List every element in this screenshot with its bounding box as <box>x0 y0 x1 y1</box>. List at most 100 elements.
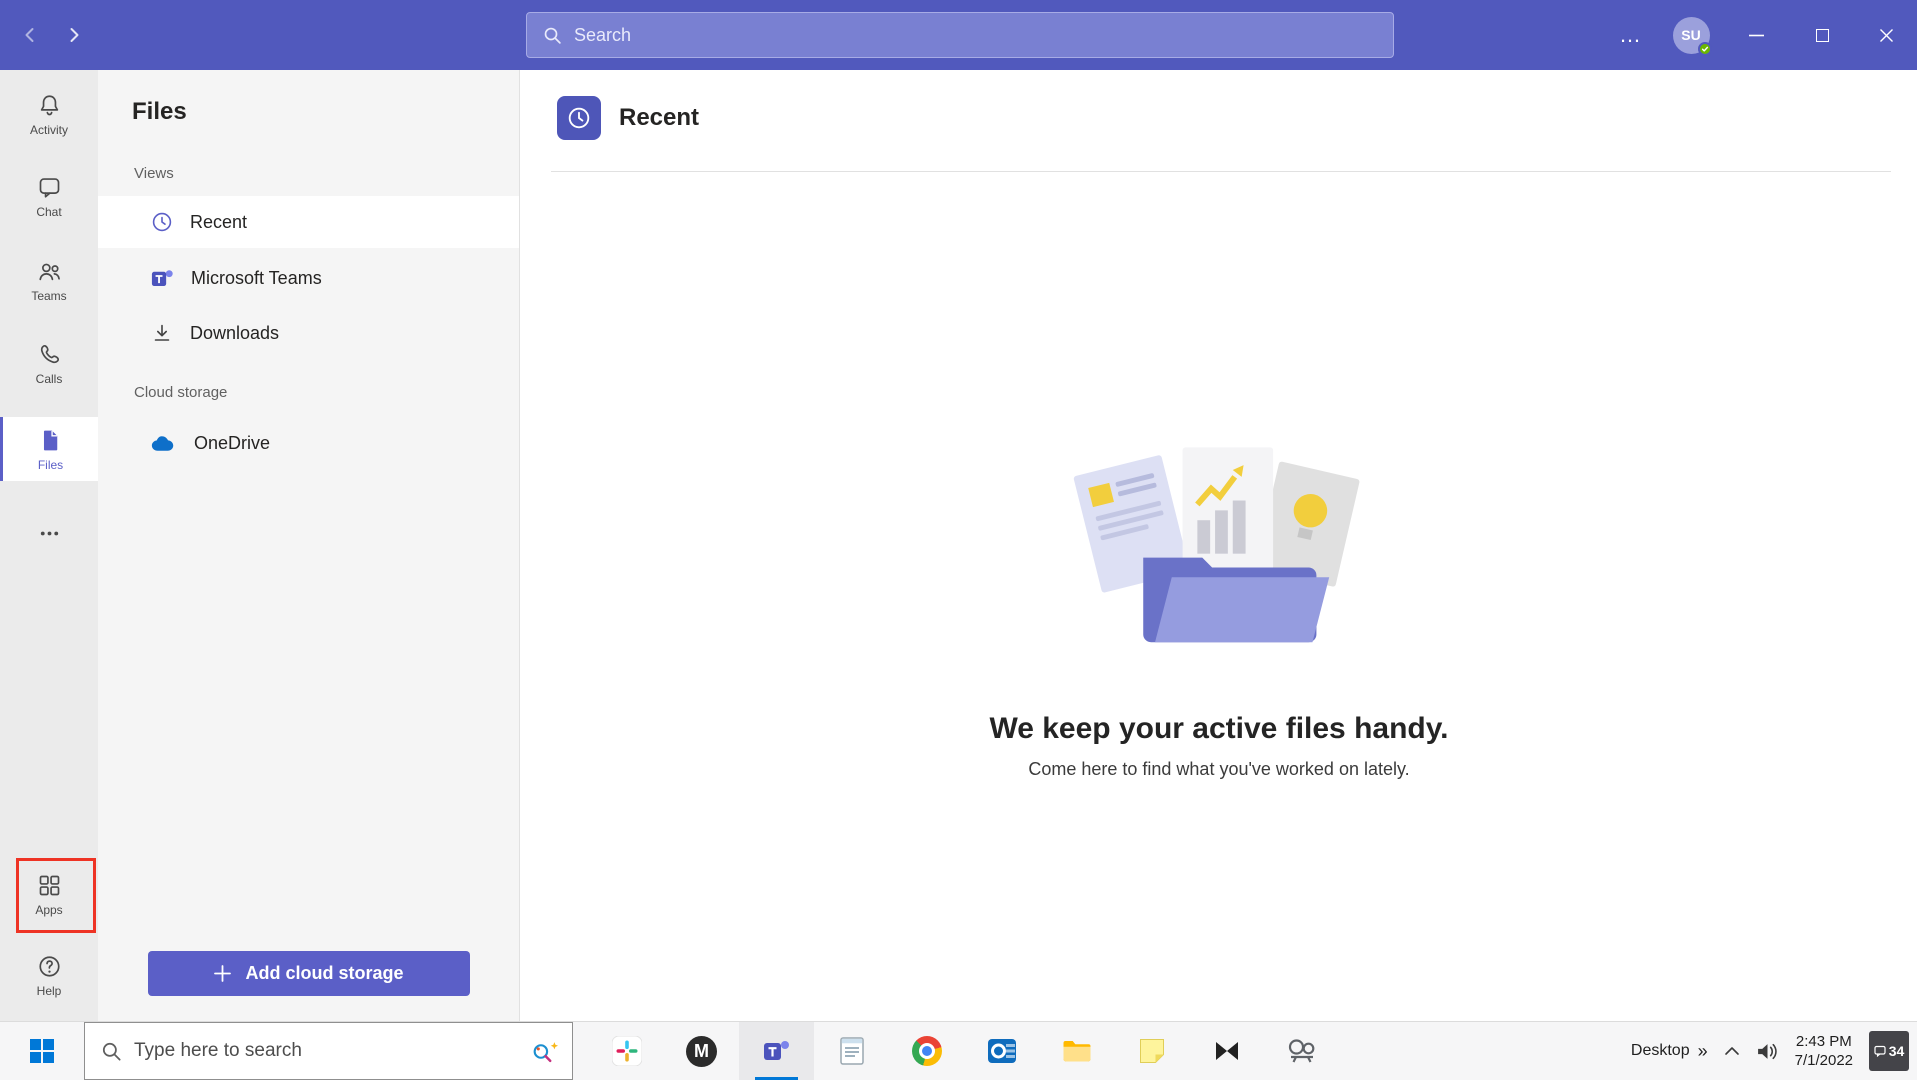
onedrive-cloud-icon <box>150 434 178 453</box>
more-apps-button[interactable] <box>0 517 98 549</box>
empty-state-illustration <box>1054 410 1384 656</box>
close-button[interactable] <box>1855 0 1917 70</box>
panel-item-onedrive[interactable]: OneDrive <box>98 417 519 469</box>
m-app-icon: M <box>686 1036 717 1067</box>
action-center-button[interactable]: 34 <box>1869 1031 1909 1071</box>
rail-item-files[interactable]: Files <box>0 417 98 481</box>
content-header: Recent <box>557 96 699 140</box>
outlook-icon <box>987 1036 1017 1066</box>
views-section-label: Views <box>134 165 174 182</box>
help-question-icon <box>36 953 63 980</box>
rail-item-help[interactable]: Help <box>0 943 98 1007</box>
tutorial-highlight-box <box>16 858 96 933</box>
rail-label: Activity <box>30 123 68 137</box>
maximize-button[interactable] <box>1789 0 1855 70</box>
search-input[interactable] <box>574 25 1377 46</box>
empty-state: We keep your active files handy. Come he… <box>521 410 1917 780</box>
rail-label: Chat <box>36 205 61 219</box>
panel-item-label: OneDrive <box>194 433 270 454</box>
taskbar-search-box[interactable] <box>84 1022 573 1080</box>
titlebar: … SU <box>0 0 1917 70</box>
avatar[interactable]: SU <box>1673 17 1710 54</box>
rail-item-teams[interactable]: Teams <box>0 248 98 312</box>
taskbar-app-file-explorer[interactable] <box>1039 1022 1114 1080</box>
projector-icon <box>1287 1038 1317 1064</box>
command-search-box[interactable] <box>526 12 1394 58</box>
header-divider <box>551 171 1891 172</box>
ellipsis-icon: … <box>1619 22 1643 48</box>
taskbar-app-notepad[interactable] <box>814 1022 889 1080</box>
windows-logo-icon <box>29 1038 55 1064</box>
cloud-storage-section-label: Cloud storage <box>134 384 227 401</box>
taskbar-app-m[interactable]: M <box>664 1022 739 1080</box>
panel-item-recent[interactable]: Recent <box>98 196 519 248</box>
notification-count: 34 <box>1889 1043 1905 1059</box>
desktop-toolbar-chevron-icon[interactable]: » <box>1698 1041 1708 1062</box>
teams-icon <box>762 1036 792 1066</box>
minimize-icon <box>1749 34 1764 37</box>
files-panel: Files Views Recent Microsoft Teams Downl… <box>98 70 520 1021</box>
rail-label: Calls <box>36 372 63 386</box>
profile-button[interactable]: SU <box>1659 0 1723 70</box>
rail-label: Teams <box>31 289 66 303</box>
hidden-icons-chevron-icon[interactable] <box>1724 1046 1740 1056</box>
notification-bubble-icon <box>1874 1045 1886 1057</box>
bowtie-media-icon <box>1213 1040 1241 1062</box>
panel-item-label: Microsoft Teams <box>191 268 322 289</box>
panel-item-label: Recent <box>190 212 247 233</box>
plus-icon <box>214 965 231 982</box>
panel-item-label: Downloads <box>190 323 279 344</box>
panel-item-microsoft-teams[interactable]: Microsoft Teams <box>98 252 519 304</box>
search-icon <box>543 26 562 45</box>
taskbar-app-chrome[interactable] <box>889 1022 964 1080</box>
search-highlights-icon[interactable] <box>528 1038 560 1065</box>
close-icon <box>1879 28 1894 43</box>
taskbar-app-slack[interactable] <box>589 1022 664 1080</box>
rail-item-chat[interactable]: Chat <box>0 164 98 228</box>
main-content: Recent <box>521 70 1917 1021</box>
search-icon <box>101 1041 122 1062</box>
taskbar-app-teams[interactable] <box>739 1022 814 1080</box>
empty-state-title: We keep your active files handy. <box>989 712 1448 746</box>
rail-item-activity[interactable]: Activity <box>0 82 98 146</box>
clock-time: 2:43 PM <box>1795 1032 1853 1051</box>
sticky-notes-icon <box>1138 1037 1166 1065</box>
back-button[interactable] <box>8 0 52 70</box>
forward-button[interactable] <box>52 0 96 70</box>
ellipsis-icon <box>36 520 63 547</box>
windows-taskbar: M <box>0 1021 1917 1080</box>
back-icon <box>20 25 40 45</box>
rail-item-calls[interactable]: Calls <box>0 331 98 395</box>
desktop-toolbar-label[interactable]: Desktop <box>1631 1042 1690 1060</box>
teams-people-icon <box>36 258 63 285</box>
rail-label: Help <box>37 984 62 998</box>
minimize-button[interactable] <box>1723 0 1789 70</box>
add-cloud-storage-button[interactable]: Add cloud storage <box>148 951 470 996</box>
maximize-icon <box>1816 29 1829 42</box>
rail-label: Files <box>38 458 63 472</box>
start-button[interactable] <box>0 1022 84 1080</box>
add-cloud-storage-label: Add cloud storage <box>245 963 403 984</box>
recent-clock-icon <box>557 96 601 140</box>
chat-bubble-icon <box>36 174 63 201</box>
volume-icon[interactable] <box>1756 1042 1779 1061</box>
download-icon <box>150 321 174 345</box>
phone-icon <box>36 341 63 368</box>
teams-logo-icon <box>150 266 175 291</box>
taskbar-app-sticky-notes[interactable] <box>1114 1022 1189 1080</box>
avatar-initials: SU <box>1681 27 1700 43</box>
taskbar-clock[interactable]: 2:43 PM 7/1/2022 <box>1795 1032 1853 1070</box>
empty-state-subtitle: Come here to find what you've worked on … <box>1028 759 1409 780</box>
more-options-button[interactable]: … <box>1603 0 1659 70</box>
presence-available-icon <box>1698 42 1712 56</box>
panel-item-downloads[interactable]: Downloads <box>98 307 519 359</box>
taskbar-app-outlook[interactable] <box>964 1022 1039 1080</box>
clock-date: 7/1/2022 <box>1795 1051 1853 1070</box>
taskbar-search-input[interactable] <box>134 1040 516 1062</box>
slack-icon <box>612 1036 642 1066</box>
panel-title: Files <box>132 98 187 126</box>
notepad-icon <box>839 1036 865 1066</box>
page-title: Recent <box>619 104 699 132</box>
taskbar-app-projector[interactable] <box>1264 1022 1339 1080</box>
taskbar-app-media[interactable] <box>1189 1022 1264 1080</box>
